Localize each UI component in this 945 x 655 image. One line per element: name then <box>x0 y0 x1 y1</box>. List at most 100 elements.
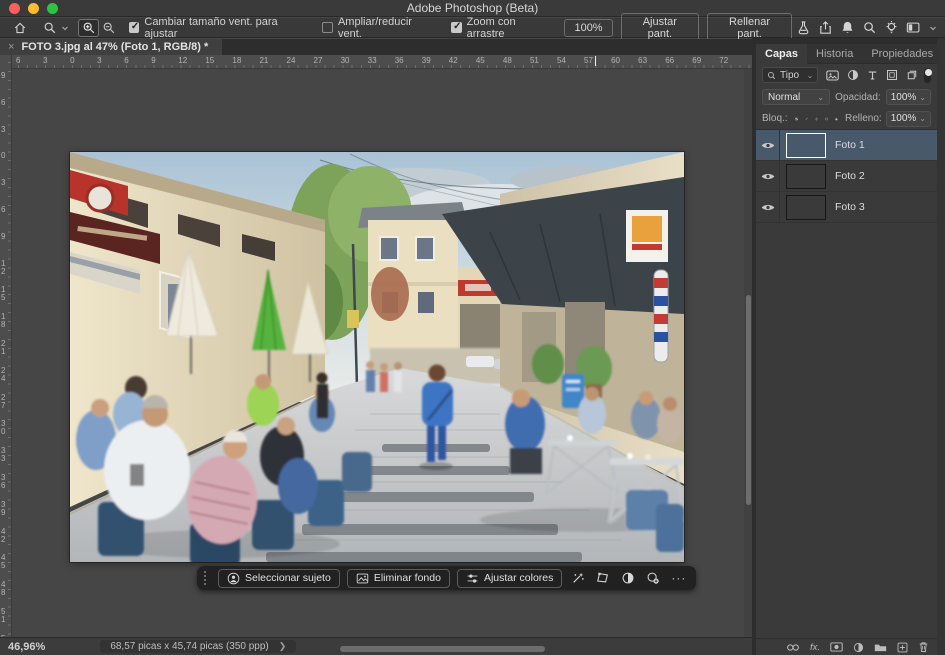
remove-background-label: Eliminar fondo <box>374 572 441 584</box>
generative-sparkle-button[interactable] <box>569 570 587 586</box>
fill-value-box[interactable]: 100% ⌄ <box>886 111 931 127</box>
lock-position-move-icon[interactable] <box>815 113 818 125</box>
canvas-photo[interactable] <box>70 152 684 562</box>
layer-row[interactable]: Foto 1 <box>756 130 937 161</box>
adjustment-button[interactable] <box>619 570 637 586</box>
tab-historia[interactable]: Historia <box>807 44 862 64</box>
resize-window-checkbox-item[interactable]: Cambiar tamaño vent. para ajustar <box>129 16 305 40</box>
v-ruler-label: 30 <box>1 420 9 436</box>
blend-mode-select[interactable]: Normal ⌄ <box>762 89 830 105</box>
horizontal-ruler[interactable]: 6303691215182124273033363942454851545760… <box>12 55 752 69</box>
new-layer-icon[interactable] <box>897 642 908 653</box>
lock-artboard-icon[interactable] <box>825 113 828 125</box>
home-button[interactable] <box>9 19 30 37</box>
scrubby-zoom-checkbox[interactable] <box>451 22 461 33</box>
status-zoom-value[interactable]: 46,96% <box>8 641 45 653</box>
pixel-filter-icon[interactable] <box>826 70 839 81</box>
status-chevron-icon[interactable]: ❯ <box>279 641 287 652</box>
harmonize-button[interactable] <box>644 570 662 586</box>
zoom-out-mode-button[interactable] <box>99 19 120 37</box>
taskbar-more-button[interactable]: ··· <box>669 571 688 585</box>
image-icon <box>356 572 369 585</box>
discover-bulb-icon[interactable] <box>884 20 899 35</box>
document-info-chip[interactable]: 68,57 picas x 45,74 picas (350 ppp) ❯ <box>100 640 296 653</box>
search-icon[interactable] <box>862 20 877 35</box>
eye-icon <box>761 203 775 212</box>
layer-visibility-cell[interactable] <box>756 130 780 160</box>
new-adjustment-layer-icon[interactable] <box>853 642 864 653</box>
opacity-label: Opacidad: <box>835 92 881 103</box>
layer-name: Foto 1 <box>835 139 865 151</box>
beta-flask-icon[interactable] <box>796 20 811 35</box>
filter-type-select[interactable]: Tipo ⌄ <box>762 67 818 83</box>
add-mask-icon[interactable] <box>830 642 843 652</box>
v-ruler-label: 6 <box>1 206 9 214</box>
document-tab[interactable]: × FOTO 3.jpg al 47% (Foto 1, RGB/8) * <box>0 39 222 55</box>
close-tab-icon[interactable]: × <box>8 41 14 53</box>
vertical-scrollbar[interactable] <box>744 69 752 637</box>
scrubby-zoom-checkbox-item[interactable]: Zoom con arrastre <box>451 16 551 40</box>
zoom-all-windows-checkbox-item[interactable]: Ampliar/reducir vent. <box>322 16 433 40</box>
remove-background-button[interactable]: Eliminar fondo <box>347 569 450 588</box>
select-subject-button[interactable]: Seleccionar sujeto <box>218 569 340 588</box>
layer-thumbnail[interactable] <box>786 164 826 189</box>
opacity-value-box[interactable]: 100% ⌄ <box>886 89 931 105</box>
v-ruler-label: 48 <box>1 581 9 597</box>
lock-row: Bloq.: <box>756 108 937 130</box>
canvas-pasteboard[interactable]: Seleccionar sujeto Eliminar fondo Ajusta… <box>13 69 744 637</box>
v-ruler-label: 3 <box>1 179 9 187</box>
tab-propiedades[interactable]: Propiedades <box>862 44 942 64</box>
fit-screen-button[interactable]: Ajustar pant. <box>621 13 700 43</box>
shape-filter-icon[interactable] <box>886 69 898 81</box>
layer-row[interactable]: Foto 2 <box>756 161 937 192</box>
zoom-out-icon <box>102 21 116 35</box>
delete-layer-trash-icon[interactable] <box>918 641 929 653</box>
magic-wand-icon <box>571 571 585 585</box>
horizontal-scrollbar-thumb[interactable] <box>340 646 545 652</box>
share-icon[interactable] <box>818 20 833 35</box>
workspace-chevron-icon[interactable] <box>929 24 937 32</box>
v-ruler-label: 42 <box>1 528 9 544</box>
vertical-ruler[interactable]: 9630369121518212427303336394245485154 <box>0 55 12 637</box>
lock-pixels-brush-icon[interactable] <box>805 113 808 125</box>
layer-effects-button[interactable]: fx. <box>810 642 820 653</box>
layer-thumbnail[interactable] <box>786 133 826 158</box>
filter-toggle[interactable] <box>924 68 931 83</box>
new-group-folder-icon[interactable] <box>874 642 887 652</box>
layer-thumbnail[interactable] <box>786 195 826 220</box>
resize-window-checkbox[interactable] <box>129 22 140 33</box>
zoom-tool-button[interactable] <box>40 19 61 37</box>
zoom-all-windows-checkbox[interactable] <box>322 22 333 33</box>
document-info-text: 68,57 picas x 45,74 picas (350 ppp) <box>110 641 268 652</box>
ruler-cursor-indicator <box>595 56 596 66</box>
lock-all-icon[interactable] <box>835 113 838 125</box>
tool-chevron-icon[interactable] <box>61 24 69 32</box>
zoom-in-mode-button[interactable] <box>78 19 99 37</box>
layer-visibility-cell[interactable] <box>756 192 780 222</box>
h-ruler-label: 12 <box>178 56 187 65</box>
zoom-100-button[interactable]: 100% <box>564 19 612 37</box>
person-icon <box>227 572 240 585</box>
layer-visibility-cell[interactable] <box>756 161 780 191</box>
filter-search-icon <box>767 71 776 80</box>
collapsed-dock-strip[interactable] <box>937 38 945 655</box>
h-ruler-label: 9 <box>151 56 155 65</box>
tab-capas[interactable]: Capas <box>756 44 807 64</box>
adjust-colors-button[interactable]: Ajustar colores <box>457 569 562 588</box>
document-tab-title: FOTO 3.jpg al 47% (Foto 1, RGB/8) * <box>21 41 208 53</box>
link-layers-icon[interactable] <box>786 643 800 652</box>
smart-object-filter-icon[interactable] <box>906 69 918 81</box>
notifications-bell-icon[interactable] <box>840 20 855 35</box>
filter-kind-icons <box>826 69 918 81</box>
type-filter-icon[interactable] <box>867 70 878 81</box>
transform-button[interactable] <box>594 570 612 586</box>
layer-row[interactable]: Foto 3 <box>756 192 937 223</box>
adjustment-filter-icon[interactable] <box>847 69 859 81</box>
taskbar-drag-handle[interactable] <box>204 571 209 585</box>
filter-type-value: Tipo <box>780 70 799 81</box>
vertical-scrollbar-thumb[interactable] <box>746 295 751 505</box>
v-ruler-label: 6 <box>1 99 9 107</box>
lock-transparency-icon[interactable] <box>795 113 798 125</box>
zoom-tool-icon <box>43 21 57 35</box>
workspace-icon[interactable] <box>906 21 922 35</box>
